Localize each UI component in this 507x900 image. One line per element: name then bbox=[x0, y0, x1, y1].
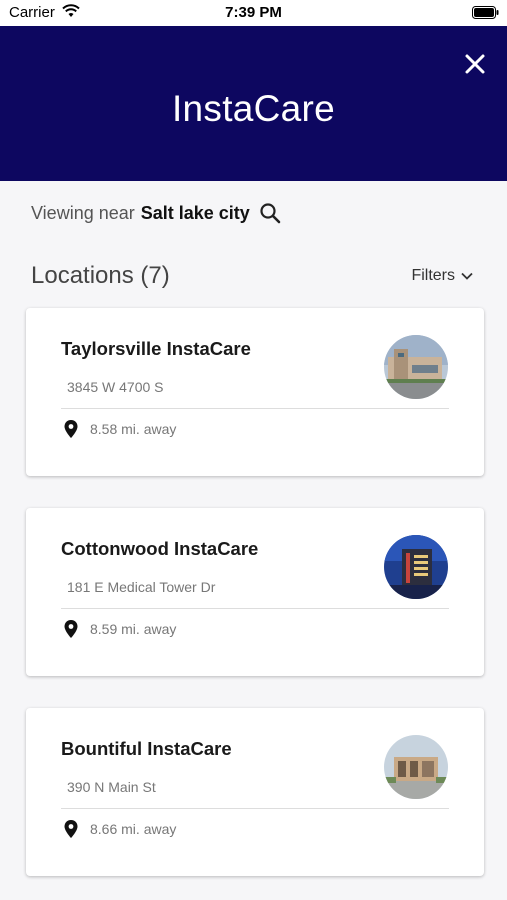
location-address: 3845 W 4700 S bbox=[67, 379, 164, 395]
location-distance: 8.58 mi. away bbox=[90, 421, 177, 437]
location-card[interactable]: Taylorsville InstaCare 3845 W 4700 S 8.5… bbox=[26, 308, 484, 476]
filters-button[interactable]: Filters bbox=[411, 267, 473, 285]
card-divider bbox=[61, 808, 449, 809]
city-name[interactable]: Salt lake city bbox=[141, 203, 250, 224]
location-address: 390 N Main St bbox=[67, 779, 156, 795]
location-selector: Viewing near Salt lake city bbox=[31, 202, 281, 224]
location-distance: 8.66 mi. away bbox=[90, 821, 177, 837]
header-bar: InstaCare bbox=[0, 26, 507, 181]
location-name: Cottonwood InstaCare bbox=[61, 538, 259, 559]
battery-icon bbox=[472, 6, 499, 23]
status-time: 7:39 PM bbox=[225, 4, 282, 21]
location-photo bbox=[384, 335, 448, 399]
location-card[interactable]: Cottonwood InstaCare 181 E Medical Tower… bbox=[26, 508, 484, 676]
search-icon[interactable] bbox=[259, 202, 281, 224]
chevron-down-icon bbox=[461, 272, 473, 280]
map-pin-icon bbox=[64, 820, 78, 838]
viewing-near-label: Viewing near bbox=[31, 202, 135, 223]
card-divider bbox=[61, 608, 449, 609]
location-name: Bountiful InstaCare bbox=[61, 738, 232, 759]
location-name: Taylorsville InstaCare bbox=[61, 338, 251, 359]
map-pin-icon bbox=[64, 620, 78, 638]
card-divider bbox=[61, 408, 449, 409]
location-distance: 8.59 mi. away bbox=[90, 621, 177, 637]
locations-heading: Locations (7) bbox=[31, 262, 170, 289]
page-title: InstaCare bbox=[171, 88, 336, 129]
filters-label: Filters bbox=[411, 267, 455, 284]
location-address: 181 E Medical Tower Dr bbox=[67, 579, 216, 595]
status-bar: Carrier 7:39 PM bbox=[0, 0, 507, 26]
location-photo bbox=[384, 535, 448, 599]
location-photo bbox=[384, 735, 448, 799]
map-pin-icon bbox=[64, 420, 78, 438]
location-card[interactable]: Bountiful InstaCare 390 N Main St 8.66 m… bbox=[26, 708, 484, 876]
close-icon[interactable] bbox=[463, 52, 487, 76]
